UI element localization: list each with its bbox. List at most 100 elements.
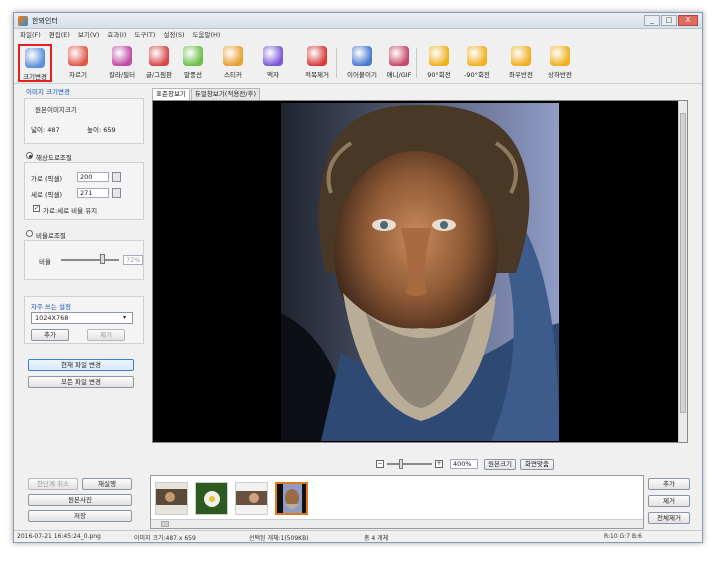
viewer-scroll-thumb[interactable]: [680, 113, 686, 413]
thumbnail-item[interactable]: [235, 482, 268, 515]
fit-screen-button[interactable]: 화면맞춤: [520, 459, 554, 470]
menu-help[interactable]: 도움말(H): [193, 29, 221, 41]
thumbnail-item[interactable]: [155, 482, 188, 515]
toolbar-button-color-filter[interactable]: 칼라/필터: [104, 44, 140, 82]
toolbar-button-sticker[interactable]: 스티커: [218, 44, 248, 82]
menu-file[interactable]: 파일(F): [20, 29, 41, 41]
toolbar-button-speech-bubble[interactable]: 말풍선: [179, 44, 207, 82]
viewer-vertical-scrollbar[interactable]: [678, 101, 687, 442]
by-resolution-radio[interactable]: [26, 152, 33, 159]
status-selected: 선택된 개체:1(509KB): [249, 535, 309, 542]
toolbar-label: 칼라/필터: [108, 71, 136, 79]
minimize-button[interactable]: _: [644, 15, 660, 26]
zoom-in-icon[interactable]: +: [435, 460, 443, 468]
preset-select[interactable]: 1024X768: [31, 312, 133, 324]
toolbar-button-text-draw[interactable]: 글/그림판: [142, 44, 176, 82]
window-controls: _ □ X: [644, 15, 698, 26]
keep-ratio-checkbox[interactable]: ✓: [33, 205, 40, 212]
status-bar: 2016-07-21 16:45:24_0.png 이미지 크기:487 x 6…: [14, 530, 702, 542]
original-photo-button[interactable]: 원본사진: [28, 494, 132, 506]
merge-icon: [352, 46, 372, 66]
toolbar-button-rotate-ccw[interactable]: -90°회전: [462, 44, 492, 82]
zoom-out-icon[interactable]: −: [376, 460, 384, 468]
toolbar-label: 글/그림판: [145, 71, 173, 79]
ratio-slider-track[interactable]: [61, 259, 119, 261]
menu-view[interactable]: 보기(V): [78, 29, 99, 41]
status-image-size: 이미지 크기:487 x 659: [134, 535, 196, 542]
toolbar-label: 좌우반전: [509, 71, 533, 79]
save-button[interactable]: 저장: [28, 510, 132, 522]
toolbar-button-rotate-cw[interactable]: 90°회전: [424, 44, 454, 82]
tab-standard-view[interactable]: 표준창보기: [152, 88, 190, 100]
toolbar-label: 크기변경: [23, 73, 47, 81]
ratio-slider-thumb[interactable]: [99, 254, 105, 264]
width-px-input[interactable]: 200: [77, 172, 109, 182]
original-height: 높이: 659: [87, 126, 116, 134]
flip-vertical-icon: [550, 46, 570, 66]
toolbar: 크기변경 자르기 칼라/필터 글/그림판 말풍선 스티커 액자 적목제거 이어붙이기 애니/GIF…: [14, 42, 702, 84]
add-file-button[interactable]: 추가: [648, 478, 690, 490]
toolbar-button-red-eye[interactable]: 적목제거: [299, 44, 335, 82]
menu-settings[interactable]: 설정(S): [163, 29, 184, 41]
flip-horizontal-icon: [511, 46, 531, 66]
portrait-image: [281, 103, 559, 441]
menu-edit[interactable]: 편집(E): [49, 29, 70, 41]
height-px-spinner[interactable]: [112, 188, 121, 198]
width-px-label: 가로 (픽셀): [31, 175, 63, 183]
toolbar-label: 스티커: [224, 71, 242, 79]
toolbar-button-flip-vertical[interactable]: 상하반전: [544, 44, 576, 82]
thumbnail-strip[interactable]: [150, 475, 644, 529]
resize-panel: 이미지 크기변경 원본이미지크기 넓이: 487 높이: 659 해상도로조절 …: [24, 86, 152, 388]
menu-tools[interactable]: 도구(T): [134, 29, 155, 41]
undo-button[interactable]: 한단계 취소: [28, 478, 78, 490]
thumbnail-horizontal-scrollbar[interactable]: [151, 519, 643, 528]
by-resolution-label: 해상도로조절: [36, 154, 72, 162]
frame-icon: [263, 46, 283, 66]
presets-group: 자주 쓰는 설정 1024X768 ▾ 추가 제거: [24, 296, 144, 344]
close-button[interactable]: X: [678, 15, 698, 26]
sticker-icon: [223, 46, 243, 66]
thumbnail-scroll-thumb[interactable]: [161, 521, 169, 527]
zoom-value[interactable]: 400%: [450, 459, 478, 469]
width-px-spinner[interactable]: [112, 172, 121, 182]
add-preset-button[interactable]: 추가: [31, 329, 69, 341]
original-size-button[interactable]: 원본크기: [484, 459, 516, 470]
status-color: R:10 G:7 B:6: [604, 533, 642, 540]
toolbar-button-resize[interactable]: 크기변경: [18, 44, 52, 82]
resize-icon: [25, 48, 45, 68]
ratio-input[interactable]: 72%: [123, 255, 143, 265]
apply-current-button[interactable]: 현재 파일 변경: [28, 359, 134, 371]
apply-all-button[interactable]: 모든 파일 변경: [28, 376, 134, 388]
tab-dual-view[interactable]: 듀얼창보기(적용전/후): [190, 88, 260, 100]
zoom-slider-track[interactable]: [387, 463, 432, 465]
maximize-button[interactable]: □: [661, 15, 677, 26]
toolbar-label: -90°회전: [464, 71, 490, 79]
toolbar-button-frame[interactable]: 액자: [258, 44, 288, 82]
image-viewer[interactable]: [152, 100, 688, 443]
redo-button[interactable]: 재실행: [82, 478, 132, 490]
toolbar-label: 말풍선: [184, 71, 202, 79]
menu-effects[interactable]: 효과(I): [107, 29, 126, 41]
thumbnail-item-selected[interactable]: [275, 482, 308, 515]
height-px-input[interactable]: 271: [77, 188, 109, 198]
remove-all-button[interactable]: 전체제거: [648, 512, 690, 524]
view-tabs: 표준창보기 듀얼창보기(적용전/후): [152, 88, 261, 100]
toolbar-label: 90°회전: [427, 71, 451, 79]
toolbar-button-flip-horizontal[interactable]: 좌우반전: [504, 44, 538, 82]
toolbar-button-crop[interactable]: 자르기: [62, 44, 94, 82]
toolbar-label: 자르기: [69, 71, 87, 79]
remove-preset-button[interactable]: 제거: [87, 329, 125, 341]
status-total: 총 4 개체: [364, 535, 389, 542]
zoom-slider-thumb[interactable]: [398, 459, 403, 469]
by-ratio-radio[interactable]: [26, 230, 33, 237]
remove-file-button[interactable]: 제거: [648, 495, 690, 507]
toolbar-button-merge[interactable]: 이어붙이기: [343, 44, 381, 82]
gif-icon: [389, 46, 409, 66]
resize-section-title: 이미지 크기변경: [26, 88, 70, 96]
keep-ratio-label: 가로:세로 비율 유지: [43, 207, 98, 215]
height-px-label: 세로 (픽셀): [31, 191, 63, 199]
thumbnail-item[interactable]: [195, 482, 228, 515]
ratio-group: 비율 72%: [24, 240, 144, 280]
color-filter-icon: [112, 46, 132, 66]
toolbar-button-gif[interactable]: 애니/GIF: [384, 44, 414, 82]
